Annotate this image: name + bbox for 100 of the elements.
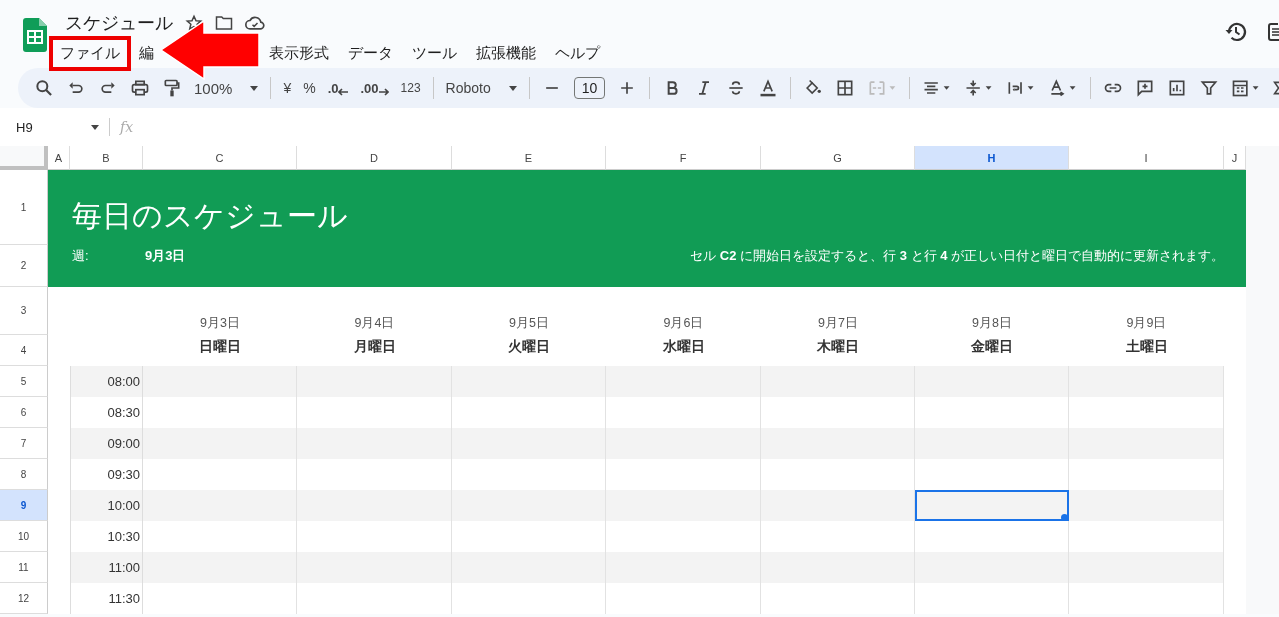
week-label: 週:: [72, 247, 90, 265]
sheets-logo-icon[interactable]: [23, 18, 47, 52]
currency-button[interactable]: ¥: [283, 80, 292, 96]
menu-item[interactable]: ファイル: [49, 36, 131, 71]
fill-handle[interactable]: [1061, 514, 1068, 521]
menu-item[interactable]: 拡張機能: [465, 36, 547, 71]
table-cell[interactable]: [1069, 490, 1224, 521]
menu-item[interactable]: ヘルプ: [544, 36, 611, 71]
instruction-text: セル C2 に開始日を設定すると、行 3 と行 4 が正しい日付と曜日で自動的に更新されます。: [690, 247, 1224, 265]
column-header[interactable]: H: [915, 146, 1069, 170]
table-cell[interactable]: [606, 366, 761, 397]
zoom-select[interactable]: 100%: [194, 79, 259, 97]
table-cell[interactable]: [452, 490, 606, 521]
table-cell[interactable]: [761, 366, 915, 397]
column-header[interactable]: I: [1069, 146, 1224, 170]
percent-button[interactable]: %: [303, 80, 316, 96]
table-cell[interactable]: [452, 366, 606, 397]
table-cell[interactable]: [143, 428, 297, 459]
column-header[interactable]: D: [297, 146, 452, 170]
row-header[interactable]: 10: [0, 521, 48, 552]
increase-decimal-button[interactable]: .00: [360, 80, 389, 96]
week-start-date: 9月3日: [145, 247, 186, 265]
weekday-cell: 水曜日: [662, 338, 705, 356]
table-cell[interactable]: [915, 490, 1069, 521]
decrease-decimal-button[interactable]: .0: [327, 80, 349, 96]
time-cell: 11:30: [70, 583, 143, 614]
column-header[interactable]: G: [761, 146, 915, 170]
column-header[interactable]: B: [70, 146, 143, 170]
menu-item[interactable]: 表示形式: [258, 36, 340, 71]
name-box[interactable]: H9: [16, 119, 99, 135]
table-cell[interactable]: [606, 490, 761, 521]
date-cell: 9月3日: [200, 315, 240, 332]
paint-roller-icon[interactable]: [162, 78, 182, 98]
column-header[interactable]: C: [143, 146, 297, 170]
column-header[interactable]: A: [48, 146, 70, 170]
date-cell: 9月7日: [818, 315, 858, 332]
time-cell: 08:30: [70, 397, 143, 428]
row-header[interactable]: 3: [0, 287, 48, 335]
cloud-icon[interactable]: [245, 15, 265, 31]
table-cell[interactable]: [143, 552, 297, 583]
table-cell[interactable]: [761, 490, 915, 521]
select-all-corner[interactable]: [0, 146, 48, 170]
table-cell[interactable]: [915, 428, 1069, 459]
date-cell: 9月9日: [1126, 315, 1167, 332]
borders-icon[interactable]: [835, 78, 856, 98]
font-size-field[interactable]: 10: [573, 77, 606, 99]
row-header[interactable]: 1: [0, 170, 48, 245]
menu-item[interactable]: ツール: [401, 36, 468, 71]
number-format-button[interactable]: 123: [400, 81, 421, 95]
time-cell: 09:30: [70, 459, 143, 490]
chart-icon[interactable]: [1167, 78, 1188, 98]
row-header[interactable]: 9: [0, 490, 48, 521]
table-cell[interactable]: [761, 428, 915, 459]
font-select[interactable]: Roboto: [445, 80, 517, 96]
weekday-cell: 月曜日: [353, 338, 396, 356]
folder-icon[interactable]: [215, 15, 233, 31]
time-cell: 10:30: [70, 521, 143, 552]
table-cell[interactable]: [452, 552, 606, 583]
row-header[interactable]: 6: [0, 397, 48, 428]
table-cell[interactable]: [297, 428, 452, 459]
formula-label: fx: [120, 119, 134, 135]
menu-item[interactable]: データ: [337, 36, 404, 71]
table-cell[interactable]: [143, 490, 297, 521]
column-header[interactable]: E: [452, 146, 606, 170]
row-header[interactable]: 7: [0, 428, 48, 459]
table-cell[interactable]: [1069, 366, 1224, 397]
column-header[interactable]: F: [606, 146, 761, 170]
text-color-icon[interactable]: [758, 78, 779, 98]
table-cell[interactable]: [143, 366, 297, 397]
row-header[interactable]: 5: [0, 366, 48, 397]
table-cell[interactable]: [297, 552, 452, 583]
merge-cells-icon[interactable]: [867, 78, 898, 98]
table-cell[interactable]: [915, 366, 1069, 397]
document-title[interactable]: スケジュール: [65, 11, 173, 35]
table-cell[interactable]: [915, 552, 1069, 583]
star-icon[interactable]: [185, 14, 203, 32]
table-cell[interactable]: [297, 366, 452, 397]
weekday-cell: 土曜日: [1125, 338, 1168, 356]
row-header[interactable]: 11: [0, 552, 48, 583]
table-cell[interactable]: [297, 490, 452, 521]
row-header[interactable]: 4: [0, 335, 48, 366]
comment-icon[interactable]: [1135, 78, 1156, 98]
table-cell[interactable]: [452, 428, 606, 459]
table-cell[interactable]: [606, 428, 761, 459]
table-cell[interactable]: [1069, 552, 1224, 583]
search-icon[interactable]: [34, 78, 54, 98]
menu-item[interactable]: 編: [128, 36, 154, 71]
column-header[interactable]: J: [1224, 146, 1246, 170]
weekday-cell: 木曜日: [817, 338, 859, 356]
date-cell: 9月4日: [354, 315, 395, 332]
row-header[interactable]: 8: [0, 459, 48, 490]
filter-icon[interactable]: [1199, 78, 1220, 98]
row-header[interactable]: 2: [0, 245, 48, 287]
table-cell[interactable]: [1069, 428, 1224, 459]
history-icon[interactable]: [1224, 20, 1248, 44]
table-cell[interactable]: [606, 552, 761, 583]
table-cell[interactable]: [761, 552, 915, 583]
print-icon[interactable]: [130, 78, 150, 98]
date-cell: 9月5日: [509, 315, 549, 332]
row-header[interactable]: 12: [0, 583, 48, 614]
